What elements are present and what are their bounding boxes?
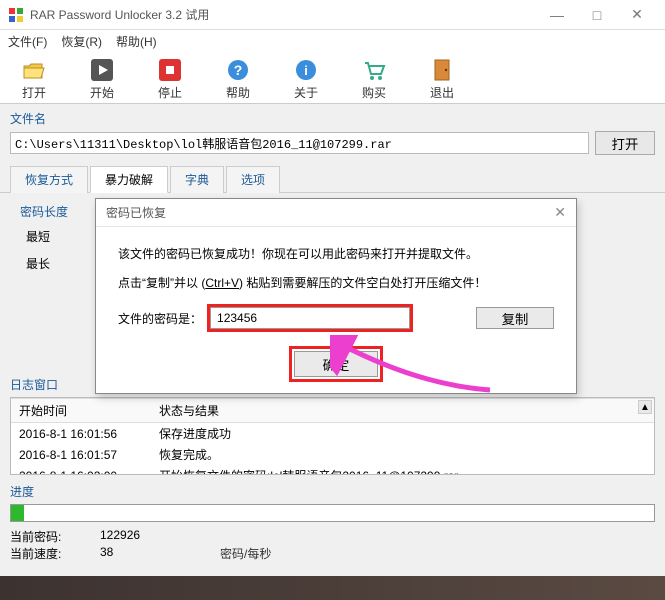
table-row: 2016-8-1 16:02:00开始恢复文件的密码:lol韩服语音包2016_… <box>11 465 654 475</box>
help-label: 帮助 <box>226 84 250 101</box>
cur-pw-value: 122926 <box>100 528 190 545</box>
play-icon <box>90 58 114 82</box>
stop-icon <box>158 58 182 82</box>
start-label: 开始 <box>90 84 114 101</box>
menu-help[interactable]: 帮助(H) <box>116 33 157 50</box>
info-icon: i <box>294 58 318 82</box>
app-icon <box>8 7 24 23</box>
progress-section: 进度 当前密码: 122926 当前速度: 38 密码/每秒 <box>0 479 665 566</box>
log-table-container[interactable]: ▲ 开始时间 状态与结果 2016-8-1 16:01:56保存进度成功 201… <box>10 397 655 475</box>
taskbar-strip <box>0 576 665 600</box>
svg-text:?: ? <box>234 62 243 78</box>
dialog-close-button[interactable]: ✕ <box>554 204 566 221</box>
scroll-up-icon[interactable]: ▲ <box>638 400 652 414</box>
table-row: 2016-8-1 16:01:57恢复完成。 <box>11 444 654 465</box>
dialog-titlebar: 密码已恢复 ✕ <box>96 199 576 227</box>
help-button[interactable]: ? 帮助 <box>218 58 258 101</box>
tab-options[interactable]: 选项 <box>226 166 280 193</box>
open-button[interactable]: 打开 <box>14 58 54 101</box>
window-titlebar: RAR Password Unlocker 3.2 试用 — □ ✕ <box>0 0 665 30</box>
start-button[interactable]: 开始 <box>82 58 122 101</box>
exit-label: 退出 <box>430 84 454 101</box>
col-status: 状态与结果 <box>151 399 654 423</box>
tab-method[interactable]: 恢复方式 <box>10 166 88 193</box>
open-label: 打开 <box>22 84 46 101</box>
help-icon: ? <box>226 58 250 82</box>
password-input[interactable] <box>210 307 410 329</box>
speed-value: 38 <box>100 545 190 562</box>
menu-file[interactable]: 文件(F) <box>8 33 47 50</box>
col-time: 开始时间 <box>11 399 151 423</box>
window-title: RAR Password Unlocker 3.2 试用 <box>30 6 537 23</box>
stop-button[interactable]: 停止 <box>150 58 190 101</box>
progress-title: 进度 <box>10 483 655 500</box>
buy-button[interactable]: 购买 <box>354 58 394 101</box>
cart-icon <box>362 58 386 82</box>
tab-brute[interactable]: 暴力破解 <box>90 166 168 193</box>
table-row: 2016-8-1 16:01:56保存进度成功 <box>11 423 654 445</box>
copy-button[interactable]: 复制 <box>476 307 554 329</box>
progress-bar <box>10 504 655 522</box>
folder-open-icon <box>22 58 46 82</box>
current-password-row: 当前密码: 122926 <box>10 528 655 545</box>
buy-label: 购买 <box>362 84 386 101</box>
close-button[interactable]: ✕ <box>617 1 657 29</box>
progress-fill <box>11 505 24 521</box>
maximize-button[interactable]: □ <box>577 1 617 29</box>
dialog-title-text: 密码已恢复 <box>106 204 166 221</box>
exit-button[interactable]: 退出 <box>422 58 462 101</box>
about-label: 关于 <box>294 84 318 101</box>
log-table: 开始时间 状态与结果 2016-8-1 16:01:56保存进度成功 2016-… <box>11 398 654 475</box>
door-icon <box>430 58 454 82</box>
about-button[interactable]: i 关于 <box>286 58 326 101</box>
dialog-message-success: 该文件的密码已恢复成功！你现在可以用此密码来打开并提取文件。 <box>118 245 554 262</box>
minimize-button[interactable]: — <box>537 1 577 29</box>
cur-pw-label: 当前密码: <box>10 528 70 545</box>
tab-bar: 恢复方式 暴力破解 字典 选项 <box>0 157 665 193</box>
speed-row: 当前速度: 38 密码/每秒 <box>10 545 655 562</box>
menubar: 文件(F) 恢复(R) 帮助(H) <box>0 30 665 52</box>
stop-label: 停止 <box>158 84 182 101</box>
menu-recover[interactable]: 恢复(R) <box>61 33 102 50</box>
file-label: 文件名 <box>10 110 655 127</box>
speed-label: 当前速度: <box>10 545 70 562</box>
dialog-message-hint: 点击“复制”并以 (Ctrl+V) 粘贴到需要解压的文件空白处打开压缩文件！ <box>118 274 554 291</box>
speed-unit: 密码/每秒 <box>220 545 271 562</box>
ok-button[interactable]: 确定 <box>294 351 378 377</box>
svg-text:i: i <box>304 63 308 78</box>
file-path-input[interactable] <box>10 132 589 154</box>
tab-dict[interactable]: 字典 <box>170 166 224 193</box>
file-section: 文件名 打开 <box>0 104 665 157</box>
open-file-button[interactable]: 打开 <box>595 131 655 155</box>
password-recovered-dialog: 密码已恢复 ✕ 该文件的密码已恢复成功！你现在可以用此密码来打开并提取文件。 点… <box>95 198 577 394</box>
toolbar: 打开 开始 停止 ? 帮助 i 关于 购买 退出 <box>0 52 665 104</box>
password-label: 文件的密码是： <box>118 310 202 327</box>
